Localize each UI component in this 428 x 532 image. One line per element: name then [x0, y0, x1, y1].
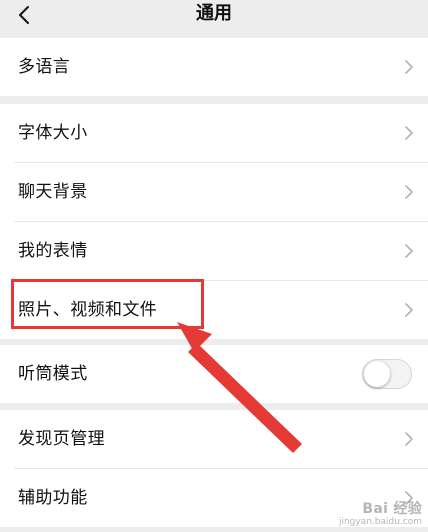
page-title: 通用 [196, 3, 232, 24]
chevron-right-icon [404, 222, 414, 280]
settings-item-my-stickers[interactable]: 我的表情 [0, 222, 428, 280]
settings-item-label: 字体大小 [18, 123, 88, 143]
earpiece-mode-toggle[interactable] [362, 359, 412, 389]
settings-group-discover: 发现页管理 辅助功能 [0, 410, 428, 527]
settings-item-label: 聊天背景 [18, 182, 88, 202]
settings-item-font-size[interactable]: 字体大小 [0, 104, 428, 162]
toggle-knob [364, 361, 390, 387]
settings-group-language: 多语言 [0, 38, 428, 96]
chevron-right-icon [404, 163, 414, 221]
settings-item-accessibility[interactable]: 辅助功能 [0, 469, 428, 527]
settings-item-earpiece-mode: 听筒模式 [0, 345, 428, 403]
settings-item-label: 多语言 [18, 57, 71, 77]
chevron-right-icon [404, 469, 414, 527]
settings-item-label: 照片、视频和文件 [18, 300, 158, 320]
settings-group-chat: 字体大小 聊天背景 我的表情 照片、视频和文件 [0, 104, 428, 339]
settings-item-discover-management[interactable]: 发现页管理 [0, 410, 428, 468]
settings-group-earpiece: 听筒模式 [0, 345, 428, 403]
chevron-right-icon [404, 38, 414, 96]
settings-item-photos-videos-files[interactable]: 照片、视频和文件 [0, 281, 428, 339]
settings-item-label: 发现页管理 [18, 429, 105, 449]
settings-item-language[interactable]: 多语言 [0, 38, 428, 96]
settings-item-label: 我的表情 [18, 241, 88, 261]
chevron-right-icon [404, 410, 414, 468]
chevron-right-icon [404, 281, 414, 339]
nav-header: 通用 [0, 0, 428, 39]
settings-item-label: 听筒模式 [18, 364, 88, 384]
settings-general-page: 通用 多语言 字体大小 聊天背景 我的表情 照片、视频和文件 听筒模式 发现页管… [0, 0, 428, 532]
settings-item-chat-background[interactable]: 聊天背景 [0, 163, 428, 221]
settings-item-label: 辅助功能 [18, 488, 88, 508]
chevron-right-icon [404, 104, 414, 162]
